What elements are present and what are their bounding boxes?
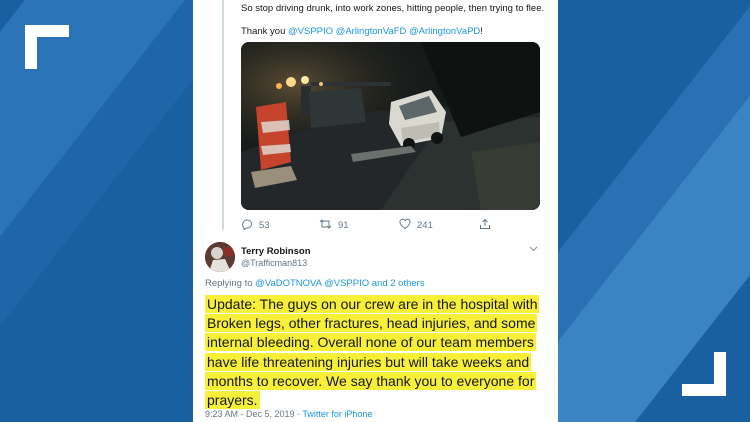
- replying-to: Replying to @VaDOTNOVA @VSPPIO and 2 oth…: [205, 278, 425, 289]
- reply-icon: [241, 218, 253, 233]
- avatar-image: [205, 242, 235, 272]
- mention-link[interactable]: @VSPPIO: [288, 26, 333, 37]
- tweet-card: So stop driving drunk, into work zones, …: [193, 0, 558, 422]
- like-action[interactable]: 241: [399, 218, 433, 233]
- tweet-timestamp[interactable]: 9:23 AM - Dec 5, 2019: [205, 409, 295, 419]
- highlighted-reply-text: Update: The guys on our crew are in the …: [205, 295, 540, 410]
- retweet-action[interactable]: 91: [319, 218, 349, 233]
- author-handle[interactable]: @Trafficman813: [241, 258, 307, 268]
- reply-text: Update: The guys on our crew are in the …: [205, 295, 545, 410]
- tweet-meta: 9:23 AM - Dec 5, 2019 · Twitter for iPho…: [205, 409, 372, 419]
- replying-prefix: Replying to: [205, 278, 256, 289]
- mention-link[interactable]: @ArlingtonVaFD: [336, 26, 407, 37]
- like-count: 241: [417, 220, 433, 231]
- reply-count: 53: [259, 220, 270, 231]
- reply-action[interactable]: 53: [241, 218, 270, 233]
- author-name[interactable]: Terry Robinson: [241, 246, 311, 257]
- avatar[interactable]: [205, 242, 235, 272]
- retweet-icon: [319, 218, 332, 233]
- replying-mentions[interactable]: @VaDOTNOVA @VSPPIO and 2 others: [255, 278, 424, 289]
- mention-suffix: !: [480, 26, 483, 37]
- retweet-count: 91: [338, 220, 349, 231]
- mention-link[interactable]: @ArlingtonVaPD: [409, 26, 480, 37]
- share-icon: [479, 218, 491, 233]
- tweet-source[interactable]: Twitter for iPhone: [302, 409, 372, 419]
- thanks-line: Thank you @VSPPIO @ArlingtonVaFD @Arling…: [241, 26, 483, 37]
- corner-bracket-bottom-right: [682, 352, 726, 396]
- tweet-photo[interactable]: [241, 42, 540, 210]
- corner-bracket-top-left: [25, 25, 69, 69]
- thanks-prefix: Thank you: [241, 26, 288, 37]
- share-action[interactable]: [479, 218, 491, 233]
- like-icon: [399, 218, 411, 233]
- crash-scene-photo: [241, 42, 540, 210]
- tweet-text: So stop driving drunk, into work zones, …: [241, 3, 545, 14]
- thread-line: [222, 0, 224, 230]
- chevron-down-icon[interactable]: [529, 244, 538, 255]
